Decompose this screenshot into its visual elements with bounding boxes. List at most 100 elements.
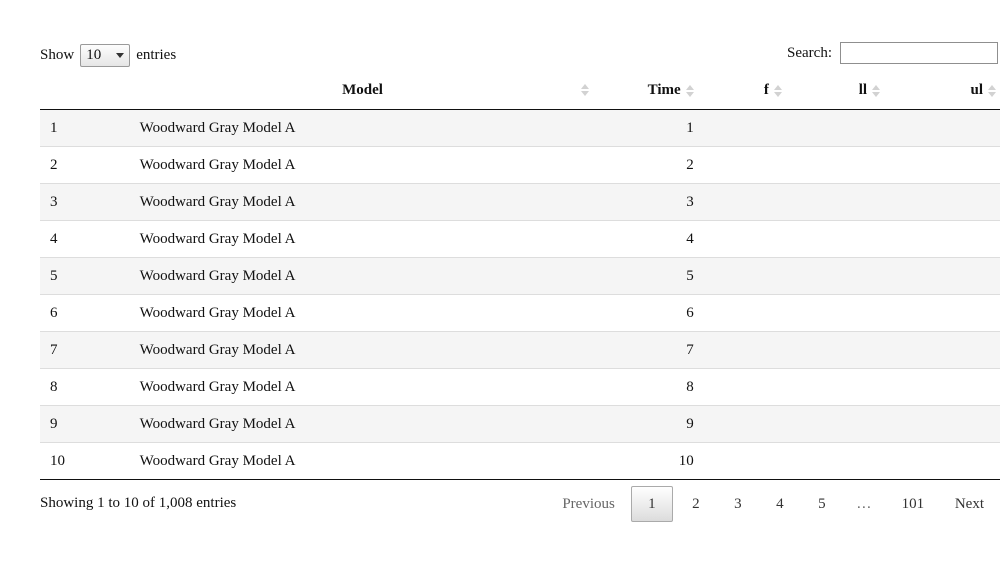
cell-ll <box>803 442 903 480</box>
cell-time: 1 <box>686 119 694 136</box>
cell-ll <box>804 110 902 147</box>
cell-f <box>706 110 804 147</box>
column-header-time[interactable]: Time <box>595 72 706 110</box>
cell-rowname: 1 <box>50 119 58 136</box>
cell-f <box>705 368 804 406</box>
cell-ul <box>902 183 1000 221</box>
cell-time: 6 <box>595 294 706 332</box>
sort-both-icon <box>581 84 590 96</box>
cell-time: 3 <box>595 183 706 221</box>
column-header-label: Time <box>647 82 681 98</box>
cell-f <box>705 331 804 369</box>
entries-per-page-select[interactable]: 10 <box>80 44 131 67</box>
column-header-label: ll <box>858 82 868 98</box>
search-input[interactable] <box>840 42 998 64</box>
cell-rowname: 5 <box>40 257 140 295</box>
cell-ll <box>803 146 903 184</box>
cell-ll <box>803 368 903 406</box>
data-table: Model Time f ll ul 1 Woodward Gray Model… <box>40 72 1000 480</box>
cell-model: Woodward Gray Model A <box>139 183 596 221</box>
column-header-label: ul <box>970 82 983 98</box>
cell-ul <box>902 146 1000 184</box>
column-header-ul[interactable]: ul <box>902 72 1000 110</box>
cell-f <box>705 146 804 184</box>
cell-ul <box>902 257 1000 295</box>
cell-model: Woodward Gray Model A <box>139 331 596 369</box>
cell-ll <box>803 405 903 443</box>
cell-model: Woodward Gray Model A <box>139 294 596 332</box>
column-header-rownames[interactable] <box>40 72 140 110</box>
table-row: 4 Woodward Gray Model A 4 <box>40 220 1000 258</box>
page-button-5[interactable]: 5 <box>801 486 843 522</box>
cell-ll <box>803 257 903 295</box>
table-row: 9 Woodward Gray Model A 9 <box>40 405 1000 443</box>
cell-ll <box>803 331 903 369</box>
page-button-1[interactable]: 1 <box>630 486 673 522</box>
cell-rowname: 6 <box>40 294 140 332</box>
cell-f <box>705 183 804 221</box>
previous-page-button[interactable]: Previous <box>548 486 629 522</box>
table-row: 3 Woodward Gray Model A 3 <box>40 183 1000 221</box>
table-header-row: Model Time f ll ul <box>40 72 1000 110</box>
show-label: Show <box>40 47 75 63</box>
search-label: Search: <box>787 44 832 61</box>
cell-ll <box>803 183 903 221</box>
cell-time: 4 <box>595 220 706 258</box>
column-header-f[interactable]: f <box>705 72 804 110</box>
cell-rowname: 8 <box>40 368 140 406</box>
column-header-label: Model <box>342 82 383 98</box>
cell-time: 7 <box>595 331 706 369</box>
entries-label: entries <box>136 47 177 63</box>
cell-rowname: 3 <box>40 183 140 221</box>
cell-rowname: 2 <box>40 146 140 184</box>
length-control: Show 10 entries <box>40 43 176 68</box>
cell-f <box>705 405 804 443</box>
table-row: 6 Woodward Gray Model A 6 <box>40 294 1000 332</box>
cell-model: Woodward Gray Model A <box>139 146 596 184</box>
cell-f <box>705 442 804 480</box>
sort-both-icon <box>685 84 694 97</box>
table-row: 5 Woodward Gray Model A 5 <box>40 257 1000 295</box>
cell-ul <box>902 368 1000 406</box>
page-button-last[interactable]: 101 <box>885 486 941 522</box>
pagination: Previous 1 2 3 4 5 … 101 Next <box>548 486 1000 522</box>
cell-ul <box>902 442 1000 480</box>
pagination-ellipsis: … <box>856 495 872 512</box>
column-header-label: f <box>763 82 769 98</box>
page-button-2[interactable]: 2 <box>675 486 717 522</box>
table-row: 1 Woodward Gray Model A 1 <box>40 109 1000 147</box>
cell-ul <box>902 405 1000 443</box>
cell-ul <box>902 331 1000 369</box>
cell-model: Woodward Gray Model A <box>139 257 596 295</box>
cell-f <box>705 220 804 258</box>
cell-time: 10 <box>595 442 706 480</box>
cell-ul <box>902 110 1000 147</box>
cell-ul <box>902 294 1000 332</box>
cell-time: 8 <box>595 368 706 406</box>
table-row: 10 Woodward Gray Model A 10 <box>40 442 1000 480</box>
cell-time: 9 <box>595 405 706 443</box>
table-info: Showing 1 to 10 of 1,008 entries <box>40 495 237 511</box>
cell-rowname: 9 <box>40 405 140 443</box>
column-header-model[interactable]: Model <box>139 72 596 110</box>
page-button-3[interactable]: 3 <box>717 486 759 522</box>
cell-rowname: 10 <box>40 442 140 480</box>
entries-per-page-value: 10 <box>86 47 102 63</box>
cell-rowname: 4 <box>40 220 140 258</box>
cell-rowname: 7 <box>40 331 140 369</box>
cell-time: 2 <box>595 146 706 184</box>
table-row: 8 Woodward Gray Model A 8 <box>40 368 1000 406</box>
sort-both-icon <box>988 84 996 97</box>
cell-model: Woodward Gray Model A <box>139 119 296 136</box>
sort-both-icon <box>872 84 881 97</box>
cell-model: Woodward Gray Model A <box>139 442 596 480</box>
cell-ll <box>803 220 903 258</box>
cell-f <box>705 257 804 295</box>
cell-f <box>705 294 804 332</box>
column-header-ll[interactable]: ll <box>803 72 903 110</box>
next-page-button[interactable]: Next <box>941 486 1000 522</box>
page-button-4[interactable]: 4 <box>759 486 801 522</box>
cell-model: Woodward Gray Model A <box>139 220 596 258</box>
cell-ul <box>902 220 1000 258</box>
chevron-down-icon <box>116 53 125 58</box>
